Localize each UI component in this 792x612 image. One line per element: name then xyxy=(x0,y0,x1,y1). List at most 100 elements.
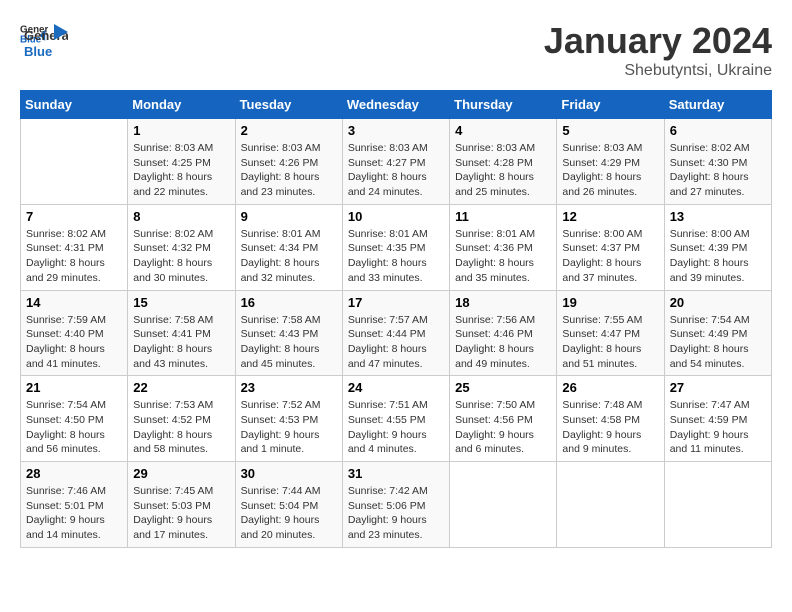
calendar-cell: 1 Sunrise: 8:03 AMSunset: 4:25 PMDaylight… xyxy=(128,119,235,205)
day-info: Sunrise: 8:02 AMSunset: 4:30 PMDaylight:… xyxy=(670,141,766,200)
day-number: 14 xyxy=(26,295,122,310)
day-info: Sunrise: 7:46 AMSunset: 5:01 PMDaylight:… xyxy=(26,484,122,543)
calendar-cell: 7 Sunrise: 8:02 AMSunset: 4:31 PMDaylight… xyxy=(21,204,128,290)
day-info: Sunrise: 7:47 AMSunset: 4:59 PMDaylight:… xyxy=(670,398,766,457)
calendar-cell: 19 Sunrise: 7:55 AMSunset: 4:47 PMDayligh… xyxy=(557,290,664,376)
week-row-1: 1 Sunrise: 8:03 AMSunset: 4:25 PMDaylight… xyxy=(21,119,772,205)
day-info: Sunrise: 7:58 AMSunset: 4:43 PMDaylight:… xyxy=(241,313,337,372)
calendar-cell: 8Sunrise: 8:02 AMSunset: 4:32 PMDaylight… xyxy=(128,204,235,290)
day-number: 20 xyxy=(670,295,766,310)
day-number: 22 xyxy=(133,380,229,395)
calendar-table: SundayMondayTuesdayWednesdayThursdayFrid… xyxy=(20,90,772,548)
day-info: Sunrise: 8:00 AMSunset: 4:39 PMDaylight:… xyxy=(670,227,766,286)
general-blue-logo-svg: General Blue xyxy=(24,24,68,60)
calendar-cell xyxy=(664,462,771,548)
day-number: 19 xyxy=(562,295,658,310)
day-number: 13 xyxy=(670,209,766,224)
day-number: 18 xyxy=(455,295,551,310)
day-info: Sunrise: 7:58 AMSunset: 4:41 PMDaylight:… xyxy=(133,313,229,372)
day-info: Sunrise: 8:03 AMSunset: 4:26 PMDaylight:… xyxy=(241,141,337,200)
day-number: 17 xyxy=(348,295,444,310)
day-number: 5 xyxy=(562,123,658,138)
calendar-cell: 15Sunrise: 7:58 AMSunset: 4:41 PMDayligh… xyxy=(128,290,235,376)
day-info: Sunrise: 8:03 AMSunset: 4:27 PMDaylight:… xyxy=(348,141,444,200)
day-info: Sunrise: 8:03 AMSunset: 4:29 PMDaylight:… xyxy=(562,141,658,200)
day-info: Sunrise: 8:02 AMSunset: 4:31 PMDaylight:… xyxy=(26,227,122,286)
day-info: Sunrise: 7:55 AMSunset: 4:47 PMDaylight:… xyxy=(562,313,658,372)
calendar-cell: 13 Sunrise: 8:00 AMSunset: 4:39 PMDayligh… xyxy=(664,204,771,290)
week-row-4: 21 Sunrise: 7:54 AMSunset: 4:50 PMDayligh… xyxy=(21,376,772,462)
day-info: Sunrise: 8:03 AMSunset: 4:25 PMDaylight:… xyxy=(133,141,229,200)
day-info: Sunrise: 7:45 AMSunset: 5:03 PMDaylight:… xyxy=(133,484,229,543)
week-row-2: 7 Sunrise: 8:02 AMSunset: 4:31 PMDaylight… xyxy=(21,204,772,290)
day-number: 11 xyxy=(455,209,551,224)
day-number: 24 xyxy=(348,380,444,395)
day-number: 8 xyxy=(133,209,229,224)
calendar-cell: 5 Sunrise: 8:03 AMSunset: 4:29 PMDaylight… xyxy=(557,119,664,205)
day-header-tuesday: Tuesday xyxy=(235,91,342,119)
day-number: 29 xyxy=(133,466,229,481)
calendar-cell: 11 Sunrise: 8:01 AMSunset: 4:36 PMDayligh… xyxy=(450,204,557,290)
day-header-wednesday: Wednesday xyxy=(342,91,449,119)
day-number: 27 xyxy=(670,380,766,395)
calendar-cell: 10 Sunrise: 8:01 AMSunset: 4:35 PMDayligh… xyxy=(342,204,449,290)
calendar-cell: 21 Sunrise: 7:54 AMSunset: 4:50 PMDayligh… xyxy=(21,376,128,462)
calendar-cell: 17Sunrise: 7:57 AMSunset: 4:44 PMDayligh… xyxy=(342,290,449,376)
calendar-cell: 14 Sunrise: 7:59 AMSunset: 4:40 PMDayligh… xyxy=(21,290,128,376)
day-info: Sunrise: 8:01 AMSunset: 4:35 PMDaylight:… xyxy=(348,227,444,286)
day-header-friday: Friday xyxy=(557,91,664,119)
calendar-cell: 22Sunrise: 7:53 AMSunset: 4:52 PMDayligh… xyxy=(128,376,235,462)
svg-text:Blue: Blue xyxy=(24,44,52,59)
day-info: Sunrise: 7:44 AMSunset: 5:04 PMDaylight:… xyxy=(241,484,337,543)
logo-proper: General Blue xyxy=(24,24,68,60)
day-info: Sunrise: 7:50 AMSunset: 4:56 PMDaylight:… xyxy=(455,398,551,457)
calendar-cell: 4 Sunrise: 8:03 AMSunset: 4:28 PMDaylight… xyxy=(450,119,557,205)
day-number: 31 xyxy=(348,466,444,481)
day-number: 23 xyxy=(241,380,337,395)
day-number: 7 xyxy=(26,209,122,224)
day-info: Sunrise: 7:51 AMSunset: 4:55 PMDaylight:… xyxy=(348,398,444,457)
week-row-5: 28 Sunrise: 7:46 AMSunset: 5:01 PMDayligh… xyxy=(21,462,772,548)
day-info: Sunrise: 7:48 AMSunset: 4:58 PMDaylight:… xyxy=(562,398,658,457)
day-number: 4 xyxy=(455,123,551,138)
day-info: Sunrise: 8:01 AMSunset: 4:36 PMDaylight:… xyxy=(455,227,551,286)
day-number: 12 xyxy=(562,209,658,224)
day-number: 25 xyxy=(455,380,551,395)
day-info: Sunrise: 7:42 AMSunset: 5:06 PMDaylight:… xyxy=(348,484,444,543)
day-header-monday: Monday xyxy=(128,91,235,119)
calendar-cell: 30Sunrise: 7:44 AMSunset: 5:04 PMDayligh… xyxy=(235,462,342,548)
day-number: 28 xyxy=(26,466,122,481)
calendar-cell: 31 Sunrise: 7:42 AMSunset: 5:06 PMDayligh… xyxy=(342,462,449,548)
calendar-cell: 24 Sunrise: 7:51 AMSunset: 4:55 PMDayligh… xyxy=(342,376,449,462)
month-title: January 2024 xyxy=(544,20,772,62)
calendar-cell: 12Sunrise: 8:00 AMSunset: 4:37 PMDayligh… xyxy=(557,204,664,290)
day-info: Sunrise: 7:52 AMSunset: 4:53 PMDaylight:… xyxy=(241,398,337,457)
day-number: 1 xyxy=(133,123,229,138)
day-number: 10 xyxy=(348,209,444,224)
day-header-sunday: Sunday xyxy=(21,91,128,119)
day-info: Sunrise: 7:54 AMSunset: 4:49 PMDaylight:… xyxy=(670,313,766,372)
day-info: Sunrise: 8:03 AMSunset: 4:28 PMDaylight:… xyxy=(455,141,551,200)
calendar-cell: 6Sunrise: 8:02 AMSunset: 4:30 PMDaylight… xyxy=(664,119,771,205)
day-number: 16 xyxy=(241,295,337,310)
calendar-cell xyxy=(557,462,664,548)
calendar-cell: 23 Sunrise: 7:52 AMSunset: 4:53 PMDayligh… xyxy=(235,376,342,462)
day-number: 26 xyxy=(562,380,658,395)
day-number: 21 xyxy=(26,380,122,395)
day-number: 3 xyxy=(348,123,444,138)
calendar-cell: 26 Sunrise: 7:48 AMSunset: 4:58 PMDayligh… xyxy=(557,376,664,462)
calendar-cell: 9Sunrise: 8:01 AMSunset: 4:34 PMDaylight… xyxy=(235,204,342,290)
calendar-cell: 18 Sunrise: 7:56 AMSunset: 4:46 PMDayligh… xyxy=(450,290,557,376)
calendar-cell xyxy=(21,119,128,205)
day-info: Sunrise: 8:01 AMSunset: 4:34 PMDaylight:… xyxy=(241,227,337,286)
days-header-row: SundayMondayTuesdayWednesdayThursdayFrid… xyxy=(21,91,772,119)
day-info: Sunrise: 7:59 AMSunset: 4:40 PMDaylight:… xyxy=(26,313,122,372)
day-info: Sunrise: 7:54 AMSunset: 4:50 PMDaylight:… xyxy=(26,398,122,457)
calendar-cell: 25 Sunrise: 7:50 AMSunset: 4:56 PMDayligh… xyxy=(450,376,557,462)
week-row-3: 14 Sunrise: 7:59 AMSunset: 4:40 PMDayligh… xyxy=(21,290,772,376)
day-info: Sunrise: 7:56 AMSunset: 4:46 PMDaylight:… xyxy=(455,313,551,372)
calendar-cell: 28 Sunrise: 7:46 AMSunset: 5:01 PMDayligh… xyxy=(21,462,128,548)
day-number: 2 xyxy=(241,123,337,138)
day-header-thursday: Thursday xyxy=(450,91,557,119)
calendar-cell: 2 Sunrise: 8:03 AMSunset: 4:26 PMDaylight… xyxy=(235,119,342,205)
